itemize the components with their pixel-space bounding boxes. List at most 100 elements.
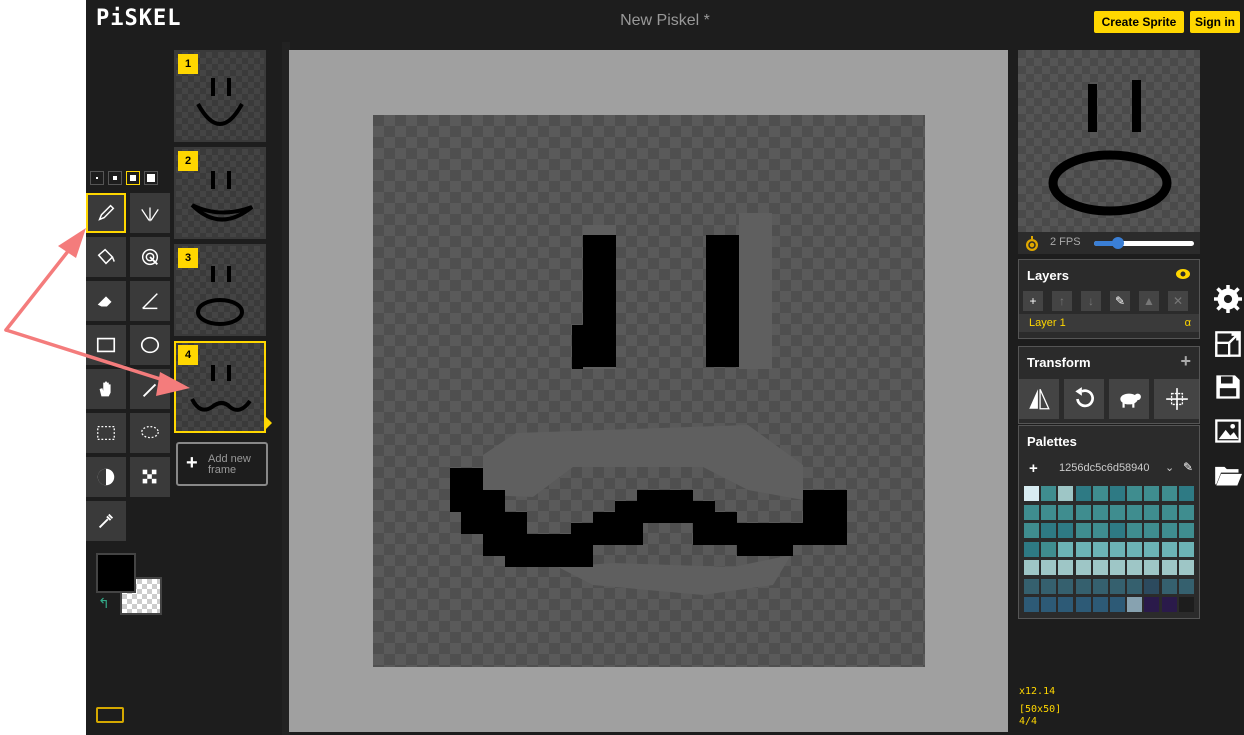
palette-swatch[interactable] [1178,578,1194,594]
palette-swatch[interactable] [1127,504,1143,520]
eraser-tool[interactable] [86,281,126,321]
pen-size-2[interactable] [108,171,122,185]
fps-slider[interactable] [1094,237,1194,249]
flip-button[interactable] [1019,379,1059,419]
resize-icon[interactable] [1214,330,1242,358]
palette-swatch[interactable] [1041,504,1057,520]
palette-swatch[interactable] [1092,560,1108,575]
keyboard-shortcuts-icon[interactable] [96,707,124,723]
palette-swatch[interactable] [1041,597,1057,612]
move-tool[interactable] [86,369,126,409]
layer-alpha[interactable]: α [1185,317,1191,329]
create-sprite-button[interactable]: Create Sprite [1094,11,1184,33]
circle-tool[interactable] [130,325,170,365]
palette-swatch[interactable] [1058,578,1074,594]
export-image-icon[interactable] [1214,417,1242,445]
save-icon[interactable] [1214,373,1242,401]
palette-swatch[interactable] [1178,486,1194,501]
animation-preview[interactable] [1018,50,1200,232]
add-new-frame-button[interactable]: + Add new frame [176,442,268,486]
merge-layer-button[interactable]: ▲ [1139,291,1159,311]
palette-swatch[interactable] [1144,504,1160,520]
palette-swatch[interactable] [1092,541,1108,557]
palette-swatch[interactable] [1058,486,1074,501]
edit-palette-icon[interactable]: ✎ [1183,460,1193,474]
palette-swatch[interactable] [1024,486,1039,501]
palette-swatch[interactable] [1144,486,1160,501]
palette-swatch[interactable] [1178,504,1194,520]
pen-size-3[interactable] [126,171,140,185]
palette-swatch[interactable] [1127,597,1143,612]
palette-swatch[interactable] [1024,523,1039,538]
document-title[interactable]: New Piskel * [86,12,1244,30]
color-picker-tool[interactable] [86,501,126,541]
palette-swatch[interactable] [1041,541,1057,557]
frame-thumbnail[interactable]: 3 [174,244,266,336]
palette-swatch[interactable] [1161,486,1177,501]
palette-swatch[interactable] [1127,560,1143,575]
pen-tool[interactable] [86,193,126,233]
palette-swatch[interactable] [1058,597,1074,612]
palette-swatch[interactable] [1127,578,1143,594]
plus-icon[interactable]: + [1180,351,1191,372]
palette-swatch[interactable] [1075,560,1091,575]
palette-swatch[interactable] [1110,541,1125,557]
paint-same-color-tool[interactable] [130,237,170,277]
palette-swatch[interactable] [1092,486,1108,501]
move-layer-up-button[interactable]: ↑ [1052,291,1072,311]
palette-swatch[interactable] [1161,597,1177,612]
palette-selector[interactable]: + 1256dc5c6d58940 ⌄ ✎ [1023,459,1197,479]
palette-swatch[interactable] [1144,578,1160,594]
palette-swatch[interactable] [1110,597,1125,612]
move-layer-down-button[interactable]: ↓ [1081,291,1101,311]
drawing-area[interactable] [289,50,1008,732]
palette-swatch[interactable] [1161,504,1177,520]
palette-swatch[interactable] [1075,504,1091,520]
palette-swatch[interactable] [1144,523,1160,538]
delete-layer-button[interactable]: ✕ [1168,291,1188,311]
lasso-selection-tool[interactable] [130,413,170,453]
create-palette-icon[interactable]: + [1029,460,1038,477]
open-folder-icon[interactable] [1214,461,1242,489]
palette-swatch[interactable] [1178,597,1194,612]
palette-swatch[interactable] [1161,560,1177,575]
swap-colors-icon[interactable]: ↰ [98,595,110,612]
palette-swatch[interactable] [1041,578,1057,594]
primary-color[interactable] [96,553,136,593]
palette-swatch[interactable] [1144,560,1160,575]
sign-in-button[interactable]: Sign in [1190,11,1240,33]
palette-swatch[interactable] [1024,578,1039,594]
palette-swatch[interactable] [1058,504,1074,520]
pen-size-4[interactable] [144,171,158,185]
pen-size-1[interactable] [90,171,104,185]
palette-swatch[interactable] [1110,560,1125,575]
palette-swatch[interactable] [1092,597,1108,612]
mirror-pen-tool[interactable] [130,193,170,233]
palette-swatch[interactable] [1058,541,1074,557]
rectangle-selection-tool[interactable] [86,413,126,453]
palette-swatch[interactable] [1110,504,1125,520]
shape-selection-tool[interactable] [130,369,170,409]
palette-swatch[interactable] [1092,578,1108,594]
rename-layer-button[interactable]: ✎ [1110,291,1130,311]
palette-swatch[interactable] [1092,523,1108,538]
drawing-canvas[interactable] [373,115,925,667]
paint-bucket-tool[interactable] [86,237,126,277]
chevron-down-icon[interactable]: ⌄ [1165,461,1174,474]
lighten-tool[interactable] [86,457,126,497]
palette-swatch[interactable] [1110,523,1125,538]
palette-swatch[interactable] [1024,541,1039,557]
palette-swatch[interactable] [1024,597,1039,612]
palette-swatch[interactable] [1041,486,1057,501]
palette-swatch[interactable] [1127,541,1143,557]
palette-swatch[interactable] [1092,504,1108,520]
stroke-tool[interactable] [130,281,170,321]
palette-swatch[interactable] [1024,560,1039,575]
palette-swatch[interactable] [1110,578,1125,594]
palette-swatch[interactable] [1075,486,1091,501]
palette-swatch[interactable] [1178,523,1194,538]
palette-swatch[interactable] [1127,486,1143,501]
palette-swatch[interactable] [1041,560,1057,575]
fps-slider-handle[interactable] [1112,237,1124,249]
palette-swatch[interactable] [1058,523,1074,538]
